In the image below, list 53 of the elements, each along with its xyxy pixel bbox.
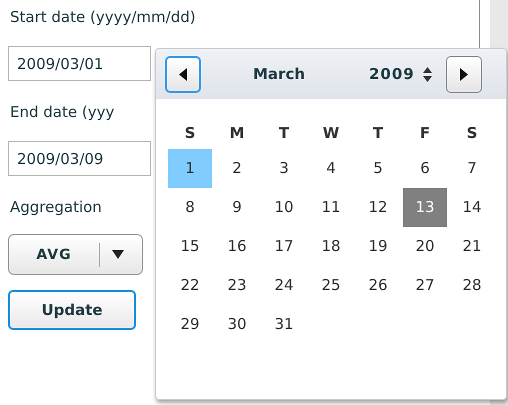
calendar-day[interactable]: 27 bbox=[403, 266, 447, 305]
weekday-label: T bbox=[372, 123, 384, 144]
start-date-label: Start date (yyyy/mm/dd) bbox=[10, 8, 196, 26]
calendar-day[interactable]: 20 bbox=[403, 227, 447, 266]
calendar-day[interactable]: 24 bbox=[262, 266, 306, 305]
calendar-day[interactable]: 25 bbox=[309, 266, 353, 305]
spinner-icon[interactable] bbox=[422, 66, 432, 82]
calendar-day[interactable]: 16 bbox=[215, 227, 259, 266]
weekday-label: W bbox=[322, 123, 340, 144]
end-date-field[interactable]: 2009/03/09 bbox=[8, 141, 151, 176]
calendar-day[interactable]: 10 bbox=[262, 188, 306, 227]
start-date-field[interactable]: 2009/03/01 bbox=[8, 46, 151, 81]
calendar-day[interactable]: 18 bbox=[309, 227, 353, 266]
calendar-day[interactable]: 7 bbox=[450, 149, 494, 188]
calendar-day[interactable]: 31 bbox=[262, 305, 306, 344]
weekday-label: M bbox=[228, 123, 246, 144]
calendar-day[interactable]: 23 bbox=[215, 266, 259, 305]
calendar-day[interactable]: 14 bbox=[450, 188, 494, 227]
calendar-day[interactable]: 15 bbox=[168, 227, 212, 266]
calendar-day[interactable]: 28 bbox=[450, 266, 494, 305]
calendar-day[interactable]: 19 bbox=[356, 227, 400, 266]
end-date-label: End date (yyy bbox=[10, 103, 114, 121]
left-triangle-icon bbox=[179, 68, 187, 80]
calendar-day[interactable]: 29 bbox=[168, 305, 212, 344]
calendar-day[interactable]: 26 bbox=[356, 266, 400, 305]
aggregation-dropdown[interactable]: AVG bbox=[8, 234, 143, 275]
update-button[interactable]: Update bbox=[8, 290, 136, 330]
calendar-day[interactable]: 9 bbox=[215, 188, 259, 227]
caret-icon bbox=[112, 250, 124, 259]
calendar-day[interactable]: 3 bbox=[262, 149, 306, 188]
calendar-day[interactable]: 30 bbox=[215, 305, 259, 344]
calendar-day[interactable]: 12 bbox=[356, 188, 400, 227]
previous-month-button[interactable] bbox=[165, 56, 201, 92]
right-triangle-icon bbox=[460, 68, 468, 80]
weekday-label: S bbox=[184, 123, 196, 144]
next-month-button[interactable] bbox=[446, 56, 482, 92]
year-label: 2009 bbox=[369, 65, 415, 83]
weekday-label: T bbox=[278, 123, 290, 144]
calendar-day[interactable]: 8 bbox=[168, 188, 212, 227]
weekday-label: S bbox=[466, 123, 478, 144]
calendar-day[interactable]: 1 bbox=[168, 149, 212, 188]
calendar-day[interactable]: 5 bbox=[356, 149, 400, 188]
calendar-day[interactable]: 17 bbox=[262, 227, 306, 266]
calendar-day[interactable]: 2 bbox=[215, 149, 259, 188]
calendar-day[interactable]: 21 bbox=[450, 227, 494, 266]
calendar-day[interactable]: 11 bbox=[309, 188, 353, 227]
calendar-day[interactable]: 6 bbox=[403, 149, 447, 188]
calendar-day[interactable]: 13 bbox=[403, 188, 447, 227]
month-label: March bbox=[253, 65, 306, 83]
weekday-label: F bbox=[418, 123, 432, 144]
calendar-day[interactable]: 4 bbox=[309, 149, 353, 188]
calendar-day[interactable]: 22 bbox=[168, 266, 212, 305]
aggregation-label: Aggregation bbox=[10, 198, 102, 216]
